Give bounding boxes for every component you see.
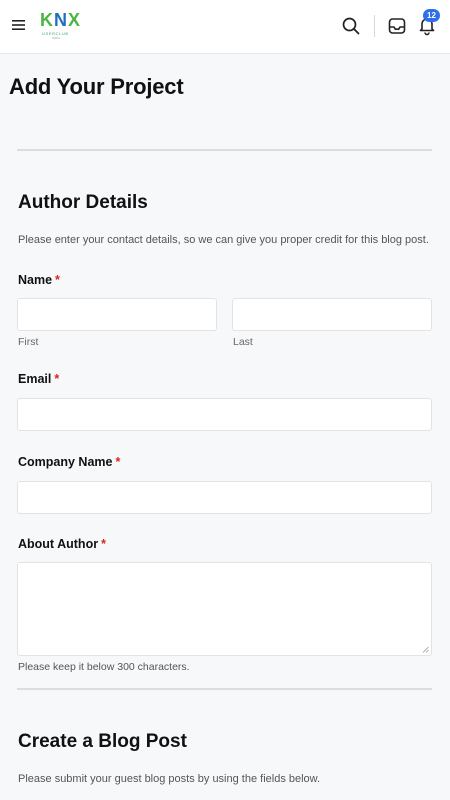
last-name-sublabel: Last [233,336,253,348]
section-divider [17,688,432,690]
menu-icon[interactable] [9,15,29,35]
company-name-input[interactable] [17,481,432,514]
author-details-description: Please enter your contact details, so we… [18,234,429,246]
header-divider [374,15,375,37]
email-label: Email * [18,372,60,386]
notification-badge: 12 [423,9,440,22]
required-mark: * [55,273,60,287]
blog-post-description: Please submit your guest blog posts by u… [18,773,321,785]
required-mark: * [101,537,106,551]
about-author-label: About Author * [18,537,106,551]
section-divider [17,149,432,151]
top-bar: KNX USERCLUB INDIA 12 [0,0,450,54]
logo-subtitle-2: INDIA [52,36,61,40]
inbox-icon[interactable] [386,15,408,37]
blog-post-title: Create a Blog Post [18,731,187,752]
author-details-title: Author Details [18,192,148,213]
logo-wordmark: KNX [40,10,82,30]
about-author-hint: Please keep it below 300 characters. [18,661,190,673]
last-name-input[interactable] [232,298,432,331]
resize-handle-icon[interactable] [422,646,429,653]
about-author-textarea[interactable] [17,562,432,656]
required-mark: * [54,372,60,386]
search-icon[interactable] [340,15,362,37]
required-mark: * [115,455,121,469]
first-name-sublabel: First [18,336,39,348]
email-input[interactable] [17,398,432,431]
first-name-input[interactable] [17,298,217,331]
name-label: Name * [18,273,60,287]
page-title: Add Your Project [9,74,184,99]
company-name-label: Company Name * [18,455,121,469]
knx-logo[interactable]: KNX USERCLUB INDIA [40,9,84,41]
